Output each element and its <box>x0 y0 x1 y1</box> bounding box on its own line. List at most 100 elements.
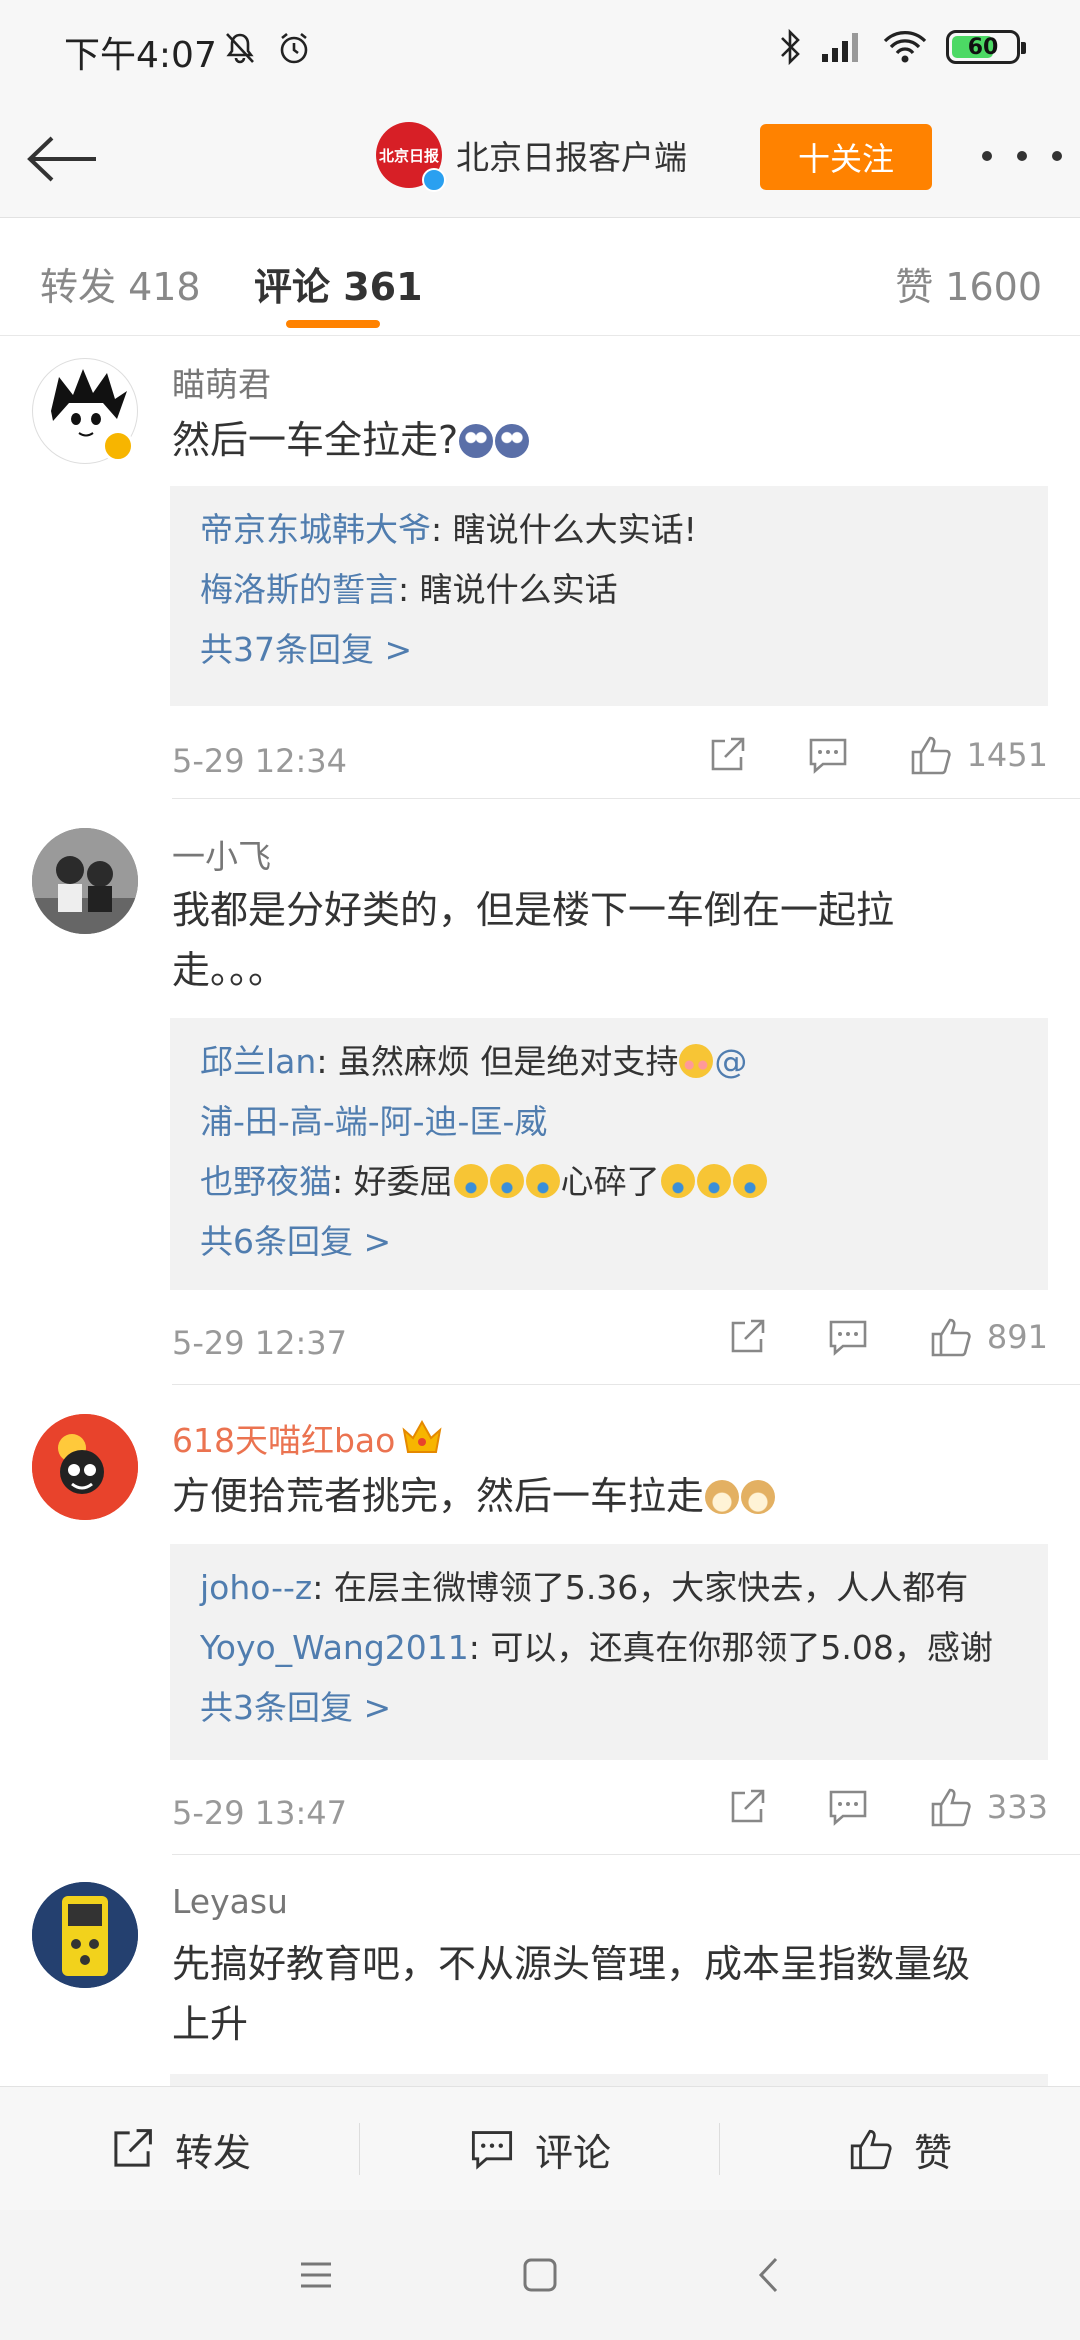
account-info[interactable]: 北京日报 北京日报客户端 <box>376 122 687 192</box>
reply-comment-button[interactable] <box>827 1317 869 1357</box>
back-button[interactable] <box>22 124 102 194</box>
comment-author[interactable]: 一小飞 <box>172 830 271 878</box>
battery-icon: 60 <box>946 30 1026 64</box>
like-comment-button[interactable]: 1451 <box>909 734 1048 776</box>
comment-meta: 5-29 12:37 891 <box>172 1316 1048 1376</box>
like-comment-button[interactable]: 891 <box>929 1316 1048 1358</box>
avatar-photo-icon <box>32 828 138 934</box>
reply-user[interactable]: 帝京东城韩大爷 <box>200 510 431 549</box>
emoji-icon <box>525 1164 560 1198</box>
comment-text-body: 然后一车全拉走? <box>172 418 459 462</box>
avatar-device-icon <box>32 1882 138 1988</box>
reply-line: Yoyo_Wang2011: 可以，还真在你那领了5.08，感谢 <box>200 1618 1018 1678</box>
reply-comment-button[interactable] <box>827 1787 869 1827</box>
comment-time: 5-29 13:47 <box>172 1794 348 1832</box>
comment-actions: 1451 <box>647 734 1048 776</box>
comment-meta: 5-29 12:34 1451 <box>172 734 1048 794</box>
like-comment-button[interactable]: 333 <box>929 1786 1048 1828</box>
view-all-replies-link[interactable]: 共6条回复 > <box>200 1212 1018 1272</box>
reply-line: 帝京东城韩大爷: 瞎说什么大实话! <box>200 500 1018 560</box>
system-navigation-bar <box>0 2210 1080 2340</box>
reply-user[interactable]: Yoyo_Wang2011 <box>200 1628 469 1667</box>
reply-line: 浦-田-高-端-阿-迪-匡-威 <box>200 1092 1018 1152</box>
reply-preview[interactable]: 帝京东城韩大爷: 瞎说什么大实话! 梅洛斯的誓言: 瞎说什么实话 共37条回复 … <box>170 486 1048 706</box>
mute-icon <box>226 33 254 64</box>
tab-repost[interactable]: 转发 418 <box>40 256 201 311</box>
reply-line: 邱兰lan: 虽然麻烦 但是绝对支持 @ <box>200 1032 1018 1092</box>
comment-author-name[interactable]: 618天喵红bao <box>172 1421 395 1460</box>
home-button[interactable] <box>512 2250 568 2300</box>
account-avatar[interactable]: 北京日报 <box>376 122 446 192</box>
comment-text: 我都是分好类的，但是楼下一车倒在一起拉走。。。 <box>172 888 895 992</box>
menu-icon <box>301 2262 331 2288</box>
comment-text: 然后一车全拉走? <box>172 410 992 470</box>
signal-icon <box>822 33 858 62</box>
comment-icon <box>471 2131 513 2170</box>
battery-level: 60 <box>967 34 999 60</box>
alarm-icon <box>280 32 308 64</box>
emoji-icon <box>660 1164 695 1198</box>
reply-user[interactable]: 邱兰lan <box>200 1042 316 1081</box>
status-bar: 下午4:07 60 <box>0 0 1080 100</box>
chevron-left-icon <box>758 2257 778 2293</box>
emoji-icon <box>495 424 530 458</box>
view-all-replies-link[interactable]: 共37条回复 > <box>200 620 1018 680</box>
avatar-redpacket-icon <box>32 1414 138 1520</box>
status-right-icons: 60 <box>778 28 1026 66</box>
comment-label: 评论 <box>534 2130 611 2175</box>
top-navigation-bar: 北京日报 北京日报客户端 十关注 <box>0 100 1080 218</box>
comment-author[interactable]: 618天喵红bao <box>172 1414 443 1462</box>
reply-text: : 可以，还真在你那领了5.08，感谢 <box>468 1628 993 1667</box>
more-options-icon[interactable] <box>982 136 1062 176</box>
repost-button[interactable]: 转发 <box>0 2087 360 2211</box>
tab-like[interactable]: 赞 1600 <box>895 256 1042 311</box>
view-all-replies-link[interactable]: 共3条回复 > <box>200 1678 1018 1738</box>
account-name[interactable]: 北京日报客户端 <box>456 131 687 179</box>
comment-icon <box>829 1320 867 1356</box>
reply-line: 也野夜猫: 好委屈 心碎了 <box>200 1152 1018 1212</box>
comment-actions: 333 <box>667 1786 1048 1828</box>
share-icon <box>711 737 744 771</box>
status-time: 下午4:07 <box>64 35 217 76</box>
mention-symbol[interactable]: @ <box>714 1042 747 1081</box>
repost-comment-button[interactable] <box>727 1787 767 1827</box>
emoji-icon <box>696 1164 731 1198</box>
like-button[interactable]: 赞 <box>720 2087 1080 2211</box>
comment-divider <box>172 798 1080 799</box>
avatar[interactable] <box>32 1882 138 1988</box>
bluetooth-icon <box>781 28 800 66</box>
emoji-icon <box>489 1164 524 1198</box>
reply-text: : 瞎说什么大实话! <box>431 510 697 549</box>
tab-comment[interactable]: 评论 361 <box>254 256 423 311</box>
reply-user[interactable]: 梅洛斯的誓言 <box>200 570 398 609</box>
thumbs-up-icon <box>911 736 951 775</box>
system-back-button[interactable] <box>740 2250 796 2300</box>
vip-crown-icon <box>402 1419 442 1453</box>
menu-button[interactable] <box>288 2250 344 2300</box>
comment-button[interactable]: 评论 <box>360 2087 720 2211</box>
mention-user[interactable]: 浦-田-高-端-阿-迪-匡-威 <box>200 1102 547 1141</box>
share-icon <box>731 1789 765 1823</box>
follow-button[interactable]: 十关注 <box>760 124 932 190</box>
comment-author[interactable]: Leyasu <box>172 1882 288 1921</box>
emoji-icon <box>732 1164 767 1198</box>
verified-badge-icon <box>102 430 134 462</box>
comment-author[interactable]: 瞄萌君 <box>172 358 271 406</box>
avatar[interactable] <box>32 828 138 934</box>
repost-comment-button[interactable] <box>727 1317 767 1357</box>
reply-comment-button[interactable] <box>807 735 849 775</box>
repost-comment-button[interactable] <box>707 735 747 775</box>
reply-user[interactable]: joho--z <box>200 1568 312 1607</box>
reply-preview[interactable]: joho--z: 在层主微博领了5.36，大家快去，人人都有 Yoyo_Wang… <box>170 1544 1048 1760</box>
reply-preview[interactable]: 邱兰lan: 虽然麻烦 但是绝对支持 @ 浦-田-高-端-阿-迪-匡-威 也野夜猫… <box>170 1018 1048 1290</box>
comment-meta: 5-29 13:47 333 <box>172 1786 1048 1846</box>
reply-user[interactable]: 也野夜猫 <box>200 1162 332 1201</box>
share-icon <box>114 2129 152 2167</box>
avatar[interactable] <box>32 1414 138 1520</box>
comment-time: 5-29 12:37 <box>172 1324 348 1362</box>
thumbs-up-icon <box>931 1318 971 1357</box>
comment-text: 方便拾荒者挑完，然后一车拉走 <box>172 1466 992 1526</box>
emoji-icon <box>705 1480 740 1514</box>
reply-line: joho--z: 在层主微博领了5.36，大家快去，人人都有 <box>200 1558 1018 1618</box>
comment-time: 5-29 12:34 <box>172 742 348 780</box>
